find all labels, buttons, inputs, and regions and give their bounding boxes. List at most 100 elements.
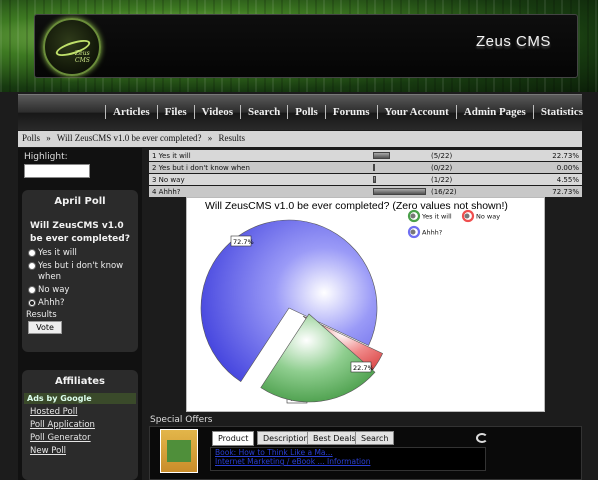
site-logo[interactable]: Zeus CMS [43,18,101,76]
pie-group: 72.7%4.5%22.7% [200,219,384,404]
poll-option[interactable]: No way [22,285,138,296]
chart-legend: Yes it will No way Ahhh? [407,209,500,239]
result-bar [373,188,429,195]
main-nav: Articles Files Videos Search Polls Forums Your… [18,94,583,130]
nav-item-forums[interactable]: Forums [333,106,370,118]
result-percent: 72.73% [552,187,579,196]
radio-button[interactable] [28,262,36,270]
nav-item-admin-pages[interactable]: Admin Pages [464,106,526,118]
poll-option[interactable]: Ahhh? [22,298,138,309]
nav-separator [324,105,326,119]
result-bar [373,164,429,171]
nav-separator [287,105,289,119]
affiliate-links: Hosted Poll Poll Application Poll Generato… [22,407,138,456]
poll-question: Will ZeusCMS v1.0 be ever completed? [30,221,130,244]
left-sidebar: Highlight: April Poll Will ZeusCMS v1.0 … [18,148,142,480]
ads-by-google-label[interactable]: Ads by Google [24,393,136,404]
slice-label: 72.7% [233,238,254,246]
breadcrumb-poll-title[interactable]: Will ZeusCMS v1.0 be ever completed? [57,133,202,143]
poll-option-label: No way [38,285,70,295]
legend-swatch-inner [464,213,470,219]
tab-search[interactable]: Search [355,431,395,445]
nav-item-articles[interactable]: Articles [113,106,150,118]
site-header: Zeus CMS Zeus CMS [0,0,598,92]
radio-button[interactable] [28,286,36,294]
slice-label: 22.7% [353,364,374,372]
result-label: 3 No way [152,175,185,184]
legend-swatch-inner [410,213,416,219]
offer-links: Book: How to Think Like a Ma... Internet… [210,447,486,471]
result-bar-fill [373,164,375,171]
highlight-input[interactable] [24,164,90,178]
result-label: 2 Yes but i don't know when [152,163,250,172]
breadcrumb-separator: » [207,133,213,143]
chart-title: Will ZeusCMS v1.0 be ever completed? (Ze… [205,200,508,212]
radio-button[interactable] [28,299,36,307]
breadcrumb-separator: » [46,133,51,143]
nav-item-statistics[interactable]: Statistics [541,106,583,118]
highlight-label: Highlight: [24,152,68,162]
result-row: 3 No way (1/22) 4.55% [149,174,582,185]
nav-separator [193,105,195,119]
result-row: 2 Yes but i don't know when (0/22) 0.00% [149,162,582,173]
result-count: (16/22) [431,187,457,196]
result-percent: 22.73% [552,151,579,160]
nav-item-videos[interactable]: Videos [202,106,233,118]
tab-product[interactable]: Product [212,431,255,446]
breadcrumb-polls[interactable]: Polls [22,133,40,143]
affiliate-link[interactable]: Poll Application [22,420,138,430]
result-bar [373,176,429,183]
poll-option-label: Ahhh? [38,298,65,308]
breadcrumb: Polls » Will ZeusCMS v1.0 be ever comple… [18,131,582,147]
tab-best-deals[interactable]: Best Deals [307,431,362,445]
poll-box-title: April Poll [54,196,106,207]
nav-item-your-account[interactable]: Your Account [385,106,449,118]
poll-option[interactable]: Yes it will [22,248,138,259]
refresh-swirl-icon[interactable] [476,433,488,443]
result-label: 4 Ahhh? [152,187,181,196]
legend-label: Ahhh? [422,229,442,237]
results-link[interactable]: Results [22,310,138,320]
offer-book-image[interactable] [160,429,198,473]
poll-results-table: 1 Yes it will (5/22) 22.73% 2 Yes but i don… [149,150,582,198]
nav-item-search[interactable]: Search [248,106,280,118]
offer-link[interactable]: Internet Marketing / eBook ... Informati… [211,457,485,466]
result-count: (0/22) [431,163,453,172]
poll-option-label: Yes but i don't know when [38,261,124,282]
result-bar-fill [373,176,376,183]
poll-option[interactable]: Yes but i don't know when [22,261,138,283]
result-bar-fill [373,152,390,159]
nav-item-polls[interactable]: Polls [295,106,318,118]
legend-label: Yes it will [421,213,452,221]
nav-separator [532,105,534,119]
poll-box: April Poll Will ZeusCMS v1.0 be ever com… [22,190,138,352]
breadcrumb-results: Results [218,133,245,143]
affiliate-link[interactable]: Hosted Poll [22,407,138,417]
result-row: 1 Yes it will (5/22) 22.73% [149,150,582,161]
affiliates-box: Affiliates Ads by Google Hosted Poll Poll… [22,370,138,480]
special-offers-box: Product Description Best Deals Search Bo… [149,426,582,480]
legend-swatch-inner [410,229,416,235]
affiliate-link[interactable]: New Poll [22,446,138,456]
result-bar [373,152,429,159]
result-bar-fill [373,188,426,195]
affiliates-title: Affiliates [54,376,105,387]
result-count: (1/22) [431,175,453,184]
result-row: 4 Ahhh? (16/22) 72.73% [149,186,582,197]
radio-button[interactable] [28,249,36,257]
offer-link[interactable]: Book: How to Think Like a Ma... [211,448,485,457]
special-offers-title: Special Offers [150,415,213,425]
site-title: Zeus CMS [476,33,551,50]
logo-text: Zeus CMS [75,50,90,64]
legend-label: No way [476,213,500,221]
affiliate-link[interactable]: Poll Generator [22,433,138,443]
vote-button[interactable]: Vote [28,321,62,334]
result-label: 1 Yes it will [152,151,191,160]
nav-item-files[interactable]: Files [165,106,187,118]
nav-separator [455,105,457,119]
result-count: (5/22) [431,151,453,160]
tab-description[interactable]: Description [257,431,315,445]
pie-chart-svg: Will ZeusCMS v1.0 be ever completed? (Ze… [200,200,508,404]
result-percent: 0.00% [556,163,579,172]
nav-separator [376,105,378,119]
